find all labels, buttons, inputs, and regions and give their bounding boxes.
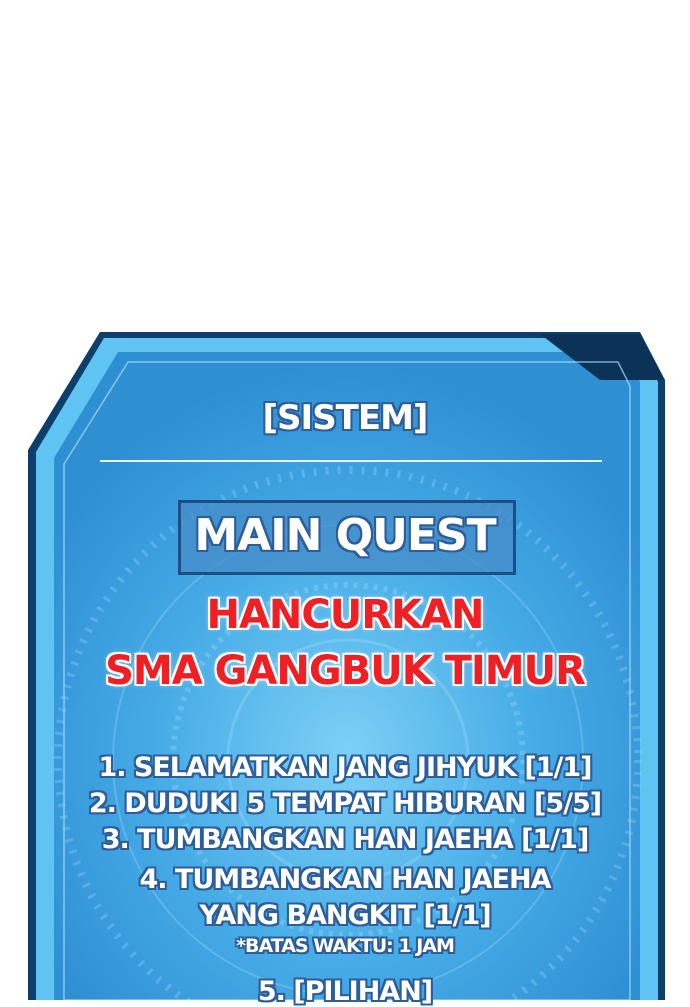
quest-title-line-1: HANCURKAN <box>206 592 485 638</box>
objective-4-line-2: YANG BANGKIT [1/1] <box>199 900 491 931</box>
quest-title-line-2: SMA GANGBUK TIMUR <box>105 648 586 694</box>
objective-1: 1. SELAMATKAN JANG JIHYUK [1/1] <box>98 752 592 783</box>
objective-5: 5. [PILIHAN] <box>257 976 433 1007</box>
objective-3: 3. TUMBANGKAN HAN JAEHA [1/1] <box>101 824 590 855</box>
objective-2: 2. DUDUKI 5 TEMPAT HIBURAN [5/5] <box>88 788 602 819</box>
quest-type-label: MAIN QUEST <box>194 510 496 561</box>
time-limit-note: *BATAS WAKTU: 1 JAM <box>236 935 455 957</box>
system-header: [SISTEM] <box>262 398 429 438</box>
objective-4-line-1: 4. TUMBANGKAN HAN JAEHA <box>139 864 551 895</box>
